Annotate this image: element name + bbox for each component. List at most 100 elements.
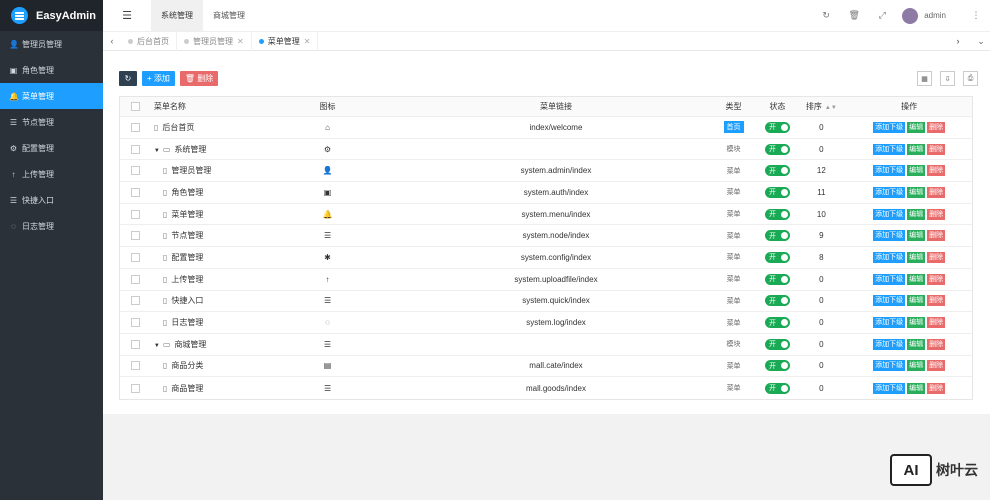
sidebar-item-4[interactable]: ⚙ 配置管理 <box>0 135 103 161</box>
sidebar-item-7[interactable]: ◌ 日志管理 <box>0 213 103 239</box>
sidebar-item-2[interactable]: 🔔 菜单管理 <box>0 83 103 109</box>
status-toggle[interactable]: 开 <box>764 186 790 198</box>
status-toggle[interactable]: 开 <box>764 165 790 177</box>
menu-toggle-icon[interactable]: ☰ <box>103 9 151 22</box>
delete-row-button[interactable]: 删除 <box>927 338 946 350</box>
page-tab-admin[interactable]: 管理员管理 ✕ <box>177 31 252 51</box>
sidebar-item-1[interactable]: ▣ 角色管理 <box>0 57 103 83</box>
sort-value[interactable]: 0 <box>796 361 846 370</box>
delete-row-button[interactable]: 删除 <box>927 360 946 372</box>
select-all-checkbox[interactable] <box>131 102 141 111</box>
status-toggle[interactable]: 开 <box>764 295 790 307</box>
row-checkbox[interactable] <box>131 231 141 241</box>
status-toggle[interactable]: 开 <box>764 338 790 350</box>
refresh-icon[interactable]: ↻ <box>812 10 840 21</box>
sort-value[interactable]: 8 <box>796 253 846 262</box>
header-sort[interactable]: 排序 ▲▼ <box>796 101 846 112</box>
sort-value[interactable]: 0 <box>796 123 846 132</box>
add-child-button[interactable]: 添加下级 <box>873 295 906 307</box>
sort-value[interactable]: 0 <box>796 145 846 154</box>
close-icon[interactable]: ✕ <box>304 37 311 46</box>
row-checkbox[interactable] <box>131 252 141 262</box>
tabs-left-arrow-icon[interactable]: ‹ <box>103 36 121 46</box>
delete-row-button[interactable]: 删除 <box>927 165 946 177</box>
status-toggle[interactable]: 开 <box>764 382 790 394</box>
fullscreen-icon[interactable]: ⤢ <box>868 10 896 21</box>
edit-button[interactable]: 编辑 <box>907 121 926 133</box>
status-toggle[interactable]: 开 <box>764 317 790 329</box>
status-toggle[interactable]: 开 <box>764 230 790 242</box>
delete-row-button[interactable]: 删除 <box>927 208 946 220</box>
edit-button[interactable]: 编辑 <box>907 186 926 198</box>
edit-button[interactable]: 编辑 <box>907 360 926 372</box>
row-checkbox[interactable] <box>131 187 141 197</box>
row-checkbox[interactable] <box>131 318 141 328</box>
edit-button[interactable]: 编辑 <box>907 382 926 394</box>
sort-value[interactable]: 9 <box>796 231 846 240</box>
sort-value[interactable]: 0 <box>796 318 846 327</box>
row-checkbox[interactable] <box>131 209 141 219</box>
add-child-button[interactable]: 添加下级 <box>873 251 906 263</box>
row-checkbox[interactable] <box>131 122 141 132</box>
sort-value[interactable]: 0 <box>796 275 846 284</box>
status-toggle[interactable]: 开 <box>764 143 790 155</box>
row-checkbox[interactable] <box>131 296 141 306</box>
edit-button[interactable]: 编辑 <box>907 230 926 242</box>
tabs-right-arrow-icon[interactable]: › <box>944 36 972 46</box>
delete-row-button[interactable]: 删除 <box>927 186 946 198</box>
delete-row-button[interactable]: 删除 <box>927 317 946 329</box>
caret-down-icon[interactable]: ▼ <box>154 343 160 349</box>
top-tab-mall[interactable]: 商城管理 <box>203 0 255 31</box>
add-child-button[interactable]: 添加下级 <box>873 382 906 394</box>
delete-row-button[interactable]: 删除 <box>927 382 946 394</box>
add-child-button[interactable]: 添加下级 <box>873 186 906 198</box>
row-checkbox[interactable] <box>131 144 141 154</box>
add-child-button[interactable]: 添加下级 <box>873 165 906 177</box>
add-child-button[interactable]: 添加下级 <box>873 317 906 329</box>
delete-row-button[interactable]: 删除 <box>927 295 946 307</box>
add-child-button[interactable]: 添加下级 <box>873 338 906 350</box>
sort-value[interactable]: 10 <box>796 210 846 219</box>
sidebar-item-0[interactable]: 👤 管理员管理 <box>0 31 103 57</box>
delete-row-button[interactable]: 删除 <box>927 230 946 242</box>
add-child-button[interactable]: 添加下级 <box>873 360 906 372</box>
edit-button[interactable]: 编辑 <box>907 317 926 329</box>
status-toggle[interactable]: 开 <box>764 251 790 263</box>
username[interactable]: admin <box>924 11 946 20</box>
add-child-button[interactable]: 添加下级 <box>873 121 906 133</box>
trash-icon[interactable]: 🗑 <box>840 10 868 21</box>
delete-row-button[interactable]: 删除 <box>927 143 946 155</box>
sort-value[interactable]: 0 <box>796 384 846 393</box>
tabs-dropdown-icon[interactable]: ⌄ <box>972 36 990 47</box>
row-checkbox[interactable] <box>131 166 141 176</box>
top-tab-system[interactable]: 系统管理 <box>151 0 203 31</box>
edit-button[interactable]: 编辑 <box>907 143 926 155</box>
delete-row-button[interactable]: 删除 <box>927 273 946 285</box>
status-toggle[interactable]: 开 <box>764 360 790 372</box>
sidebar-item-5[interactable]: ↑ 上传管理 <box>0 161 103 187</box>
edit-button[interactable]: 编辑 <box>907 208 926 220</box>
sidebar-item-6[interactable]: ☰ 快捷入口 <box>0 187 103 213</box>
print-icon[interactable]: ⎙ <box>963 71 978 86</box>
sort-value[interactable]: 12 <box>796 166 846 175</box>
edit-button[interactable]: 编辑 <box>907 338 926 350</box>
edit-button[interactable]: 编辑 <box>907 165 926 177</box>
edit-button[interactable]: 编辑 <box>907 295 926 307</box>
edit-button[interactable]: 编辑 <box>907 251 926 263</box>
status-toggle[interactable]: 开 <box>764 273 790 285</box>
row-checkbox[interactable] <box>131 339 141 349</box>
row-checkbox[interactable] <box>131 361 141 371</box>
export-icon[interactable]: ⇩ <box>940 71 955 86</box>
edit-button[interactable]: 编辑 <box>907 273 926 285</box>
delete-button[interactable]: 🗑 删除 <box>179 71 219 86</box>
delete-row-button[interactable]: 删除 <box>927 251 946 263</box>
delete-row-button[interactable]: 删除 <box>927 121 946 133</box>
add-button[interactable]: + 添加 <box>142 71 175 86</box>
add-child-button[interactable]: 添加下级 <box>873 230 906 242</box>
add-child-button[interactable]: 添加下级 <box>873 143 906 155</box>
sort-icon[interactable]: ▲▼ <box>825 105 837 111</box>
refresh-button[interactable]: ↻ <box>119 71 137 86</box>
more-vertical-icon[interactable]: ⋮ <box>962 10 990 21</box>
page-tab-home[interactable]: 后台首页 <box>121 31 177 51</box>
avatar[interactable] <box>902 7 919 24</box>
